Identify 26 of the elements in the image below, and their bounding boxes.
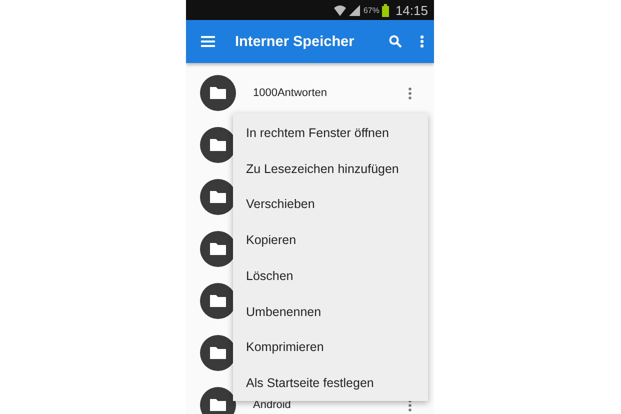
menu-item[interactable]: Als Startseite festlegen [233, 365, 428, 401]
menu-item[interactable]: Kopieren [233, 222, 428, 258]
menu-icon[interactable] [201, 36, 215, 47]
folder-icon [200, 335, 236, 371]
wifi-icon [334, 4, 346, 16]
menu-item[interactable]: Zu Lesezeichen hinzufügen [233, 150, 428, 186]
search-icon[interactable] [389, 35, 402, 48]
menu-item[interactable]: In rechtem Fenster öffnen [233, 115, 428, 151]
menu-item[interactable]: Umbenennen [233, 294, 428, 330]
menu-item[interactable]: Verschieben [233, 186, 428, 222]
menu-item[interactable]: Löschen [233, 258, 428, 294]
folder-icon [200, 127, 236, 163]
menu-item[interactable]: Komprimieren [233, 330, 428, 366]
battery-percent: 67% [363, 6, 380, 14]
more-icon[interactable] [408, 86, 412, 100]
folder-icon [200, 283, 236, 319]
battery-icon [382, 4, 390, 16]
app-title: Interner Speicher [235, 34, 356, 50]
signal-icon [349, 4, 360, 16]
folder-icon [200, 179, 236, 215]
status-time: 14:15 [395, 2, 428, 18]
folder-name[interactable]: 1000Antworten [253, 87, 408, 99]
folder-icon [200, 231, 236, 267]
folder-icon [200, 75, 236, 111]
more-icon[interactable] [420, 35, 424, 48]
folder-name[interactable]: Android [253, 399, 408, 411]
